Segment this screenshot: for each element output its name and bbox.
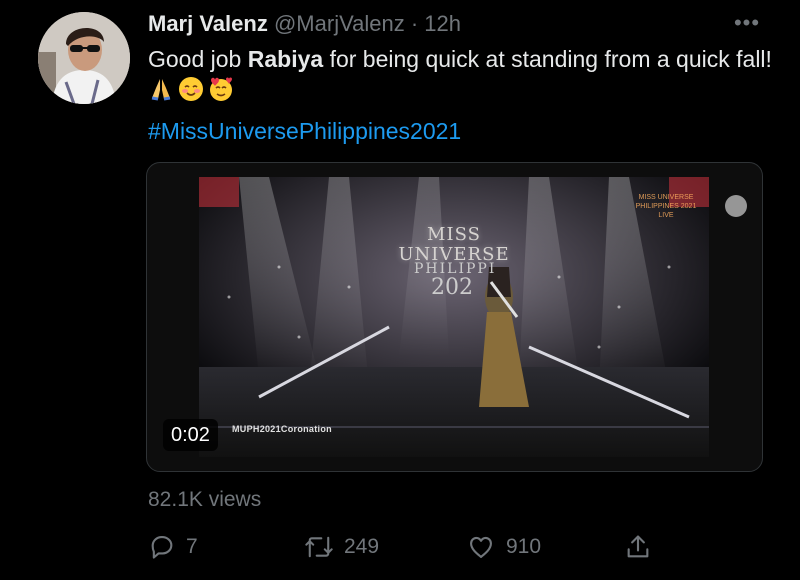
retweet-button[interactable]: 249 xyxy=(304,530,379,564)
video-frame[interactable]: MISS UNIVERSE PHILIPPI 202 MISS UNIVERSE… xyxy=(199,177,709,457)
more-icon[interactable]: ••• xyxy=(730,8,764,38)
view-count[interactable]: 82.1K views xyxy=(148,488,261,512)
tweet-time[interactable]: 12h xyxy=(424,11,461,36)
video-timestamp[interactable]: 0:02 xyxy=(163,419,218,451)
like-button[interactable]: 910 xyxy=(466,530,541,564)
retweet-icon xyxy=(305,536,333,558)
hearts-face-emoji xyxy=(210,77,232,101)
overlay-title: MISS UNIVERSE xyxy=(398,224,510,265)
share-button[interactable] xyxy=(624,530,652,564)
tweet-text: Good job Rabiya for being quick at stand… xyxy=(148,44,778,104)
separator-dot: · xyxy=(410,11,419,36)
tweet-header: Marj Valenz @MarjValenz · 12h xyxy=(148,8,770,40)
retweet-count: 249 xyxy=(344,535,380,558)
tweet-text-bold: Rabiya xyxy=(247,46,324,72)
avatar[interactable] xyxy=(38,12,130,104)
like-icon xyxy=(470,536,492,558)
video-watermark: MUPH2021Coronation xyxy=(232,424,332,434)
share-icon xyxy=(627,535,649,558)
folded-hands-emoji xyxy=(151,79,171,101)
like-count: 910 xyxy=(506,535,542,558)
tweet-text-part2: for being quick at standing from a quick… xyxy=(323,46,772,72)
overlay-year: 202 xyxy=(431,275,473,300)
broadcast-logo: MISS UNIVERSE PHILIPPINES 2021 LIVE xyxy=(635,194,697,219)
hashtag-link[interactable]: #MissUniversePhilippines2021 xyxy=(148,116,461,146)
author-name[interactable]: Marj Valenz xyxy=(148,11,268,36)
reply-button[interactable]: 7 xyxy=(148,530,198,564)
video-player[interactable]: MISS UNIVERSE PHILIPPI 202 MISS UNIVERSE… xyxy=(146,162,763,472)
reply-count: 7 xyxy=(186,535,198,558)
reply-icon xyxy=(151,536,173,559)
smiling-blush-emoji xyxy=(179,77,203,101)
video-control-dot[interactable] xyxy=(725,195,747,217)
action-bar: 7 249 910 xyxy=(148,530,668,564)
author-handle[interactable]: @MarjValenz xyxy=(274,11,405,36)
tweet-text-part1: Good job xyxy=(148,46,248,72)
